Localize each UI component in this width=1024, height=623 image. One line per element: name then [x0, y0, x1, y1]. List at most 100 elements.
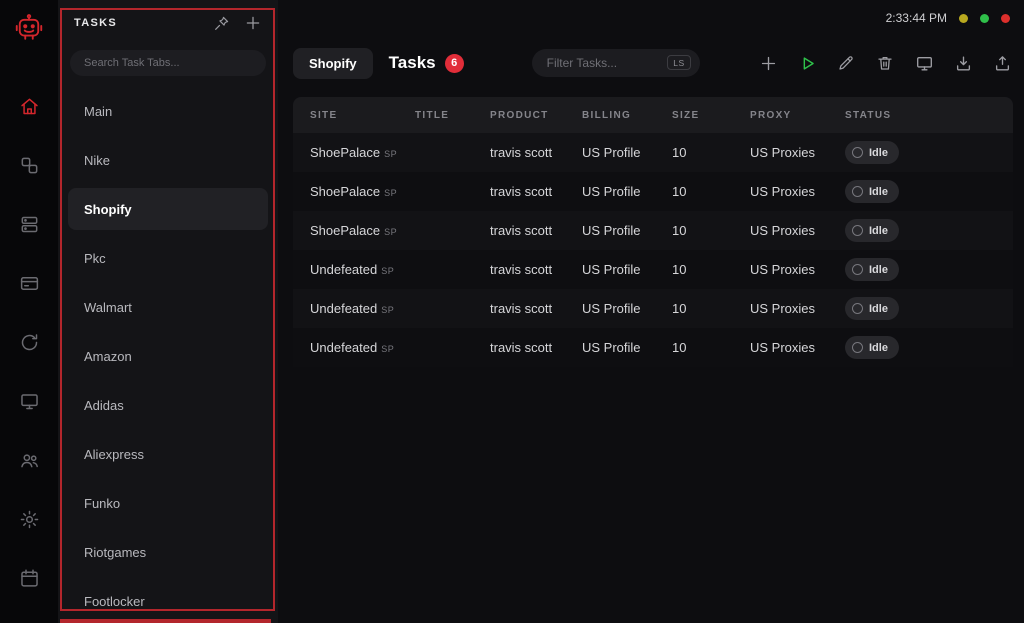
- green-dot-icon: [980, 14, 989, 23]
- monitor-icon[interactable]: [914, 53, 934, 73]
- sidebar-item-nike[interactable]: Nike: [68, 139, 268, 181]
- cell-product: travis scott: [490, 184, 582, 199]
- status-badge[interactable]: Idle: [845, 336, 899, 359]
- cell-status: Idle: [845, 180, 996, 203]
- import-icon[interactable]: [953, 53, 973, 73]
- cell-billing: US Profile: [582, 223, 672, 238]
- clock: 2:33:44 PM: [886, 11, 947, 25]
- sidebar-item-aliexpress[interactable]: Aliexpress: [68, 433, 268, 475]
- table-row[interactable]: UndefeatedSP travis scott US Profile 10 …: [293, 250, 1013, 289]
- cell-status: Idle: [845, 258, 996, 281]
- delete-icon[interactable]: [875, 53, 895, 73]
- cell-size: 10: [672, 223, 750, 238]
- cell-proxy: US Proxies: [750, 340, 845, 355]
- status-badge[interactable]: Idle: [845, 141, 899, 164]
- cell-site: ShoePalaceSP: [310, 184, 415, 199]
- table-row[interactable]: ShoePalaceSP travis scott US Profile 10 …: [293, 133, 1013, 172]
- cell-billing: US Profile: [582, 301, 672, 316]
- sidebar-item-label: Shopify: [84, 202, 132, 217]
- yellow-dot-icon: [959, 14, 968, 23]
- cell-product: travis scott: [490, 262, 582, 277]
- monitors-icon[interactable]: [18, 390, 40, 412]
- sidebar-item-riotgames[interactable]: Riotgames: [68, 531, 268, 573]
- sidebar-item-label: Pkc: [84, 251, 106, 266]
- group-chip-shopify[interactable]: Shopify: [293, 48, 373, 79]
- cell-status: Idle: [845, 219, 996, 242]
- sidebar-item-funko[interactable]: Funko: [68, 482, 268, 524]
- sidebar-item-amazon[interactable]: Amazon: [68, 335, 268, 377]
- start-all-icon[interactable]: [797, 53, 817, 73]
- status-bar: 2:33:44 PM: [886, 11, 1010, 25]
- status-badge[interactable]: Idle: [845, 180, 899, 203]
- idle-circle-icon: [852, 186, 863, 197]
- site-tag: SP: [384, 149, 397, 159]
- edit-icon[interactable]: [836, 53, 856, 73]
- cell-proxy: US Proxies: [750, 301, 845, 316]
- red-dot-icon: [1001, 14, 1010, 23]
- table-row[interactable]: UndefeatedSP travis scott US Profile 10 …: [293, 289, 1013, 328]
- billing-icon[interactable]: [18, 272, 40, 294]
- cell-billing: US Profile: [582, 145, 672, 160]
- filter-shortcut-key: LS: [667, 55, 690, 70]
- filter-wrap: LS: [532, 49, 700, 77]
- pin-icon[interactable]: [212, 14, 230, 32]
- site-tag: SP: [381, 266, 394, 276]
- add-tab-icon[interactable]: [244, 14, 262, 32]
- cell-size: 10: [672, 301, 750, 316]
- accounts-icon[interactable]: [18, 449, 40, 471]
- sidebar-item-label: Main: [84, 104, 112, 119]
- sidebar-item-label: Amazon: [84, 349, 132, 364]
- table-row[interactable]: ShoePalaceSP travis scott US Profile 10 …: [293, 172, 1013, 211]
- settings-icon[interactable]: [18, 508, 40, 530]
- site-tag: SP: [381, 305, 394, 315]
- tasks-table: SITE TITLE PRODUCT BILLING SIZE PROXY ST…: [293, 97, 1013, 367]
- cell-status: Idle: [845, 336, 996, 359]
- site-tag: SP: [384, 188, 397, 198]
- harvesters-icon[interactable]: [18, 331, 40, 353]
- cell-product: travis scott: [490, 145, 582, 160]
- col-site: SITE: [310, 110, 415, 121]
- site-tag: SP: [381, 344, 394, 354]
- col-status: STATUS: [845, 110, 996, 121]
- col-size: SIZE: [672, 110, 750, 121]
- home-icon[interactable]: [18, 95, 40, 117]
- page-title: Tasks: [389, 53, 436, 73]
- col-billing: BILLING: [582, 110, 672, 121]
- cell-site: ShoePalaceSP: [310, 145, 415, 160]
- export-icon[interactable]: [992, 53, 1012, 73]
- status-badge[interactable]: Idle: [845, 297, 899, 320]
- sidebar-item-walmart[interactable]: Walmart: [68, 286, 268, 328]
- sidebar-item-label: Walmart: [84, 300, 132, 315]
- task-toolbar: [758, 53, 1012, 73]
- table-row[interactable]: ShoePalaceSP travis scott US Profile 10 …: [293, 211, 1013, 250]
- cell-size: 10: [672, 262, 750, 277]
- table-row[interactable]: UndefeatedSP travis scott US Profile 10 …: [293, 328, 1013, 367]
- status-badge[interactable]: Idle: [845, 258, 899, 281]
- status-badge[interactable]: Idle: [845, 219, 899, 242]
- app-window: TASKS Main Nike Shopify Pkc Walmart Amaz…: [0, 0, 1024, 623]
- cell-product: travis scott: [490, 301, 582, 316]
- cell-size: 10: [672, 145, 750, 160]
- add-task-icon[interactable]: [758, 53, 778, 73]
- sidebar-item-label: Footlocker: [84, 594, 145, 609]
- robot-logo-icon: [14, 13, 44, 43]
- cell-site: UndefeatedSP: [310, 340, 415, 355]
- proxies-icon[interactable]: [18, 213, 40, 235]
- search-task-tabs-input[interactable]: [70, 50, 266, 76]
- cell-product: travis scott: [490, 340, 582, 355]
- idle-circle-icon: [852, 225, 863, 236]
- sidebar-item-adidas[interactable]: Adidas: [68, 384, 268, 426]
- cell-billing: US Profile: [582, 340, 672, 355]
- schedule-icon[interactable]: [18, 567, 40, 589]
- sidebar-item-footlocker[interactable]: Footlocker: [68, 580, 268, 622]
- cell-billing: US Profile: [582, 262, 672, 277]
- sidebar-item-shopify[interactable]: Shopify: [68, 188, 268, 230]
- status-dots: [959, 14, 1010, 23]
- sidebar-item-main[interactable]: Main: [68, 90, 268, 132]
- cell-site: ShoePalaceSP: [310, 223, 415, 238]
- profiles-icon[interactable]: [18, 154, 40, 176]
- sidebar-item-label: Adidas: [84, 398, 124, 413]
- tasks-header: Shopify Tasks 6 LS: [293, 46, 1012, 80]
- sidebar-item-pkc[interactable]: Pkc: [68, 237, 268, 279]
- sidebar-item-label: Nike: [84, 153, 110, 168]
